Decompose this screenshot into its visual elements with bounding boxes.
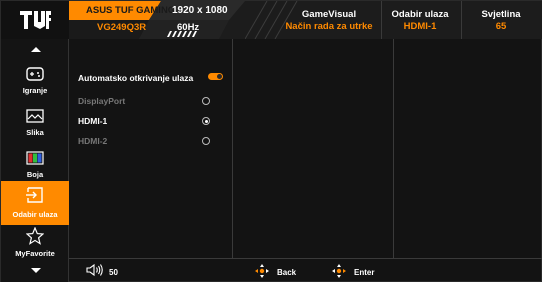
brightness-status: Svjetlina 65 (471, 9, 531, 33)
column-divider (393, 39, 394, 258)
gamepad-icon (26, 67, 44, 81)
input-select-status: Odabir ulaza HDMI-1 (385, 9, 455, 33)
sidebar-item-label: Odabir ulaza (12, 210, 58, 219)
tuf-logo (1, 1, 69, 39)
model-info: ASUS TUF GAMING VG249Q3R 1920 x 1080 60H… (69, 1, 245, 39)
footer-divider (69, 258, 542, 259)
osd-menu: ASUS TUF GAMING VG249Q3R 1920 x 1080 60H… (0, 0, 542, 282)
option-hdmi-2[interactable]: HDMI-2 (78, 136, 107, 146)
model-name: ASUS TUF GAMING (86, 5, 176, 16)
star-icon (26, 227, 44, 245)
sidebar-item-label: Igranje (22, 86, 48, 95)
color-bars-icon (26, 151, 44, 165)
radio-displayport[interactable] (202, 97, 210, 105)
scroll-up-arrow-icon[interactable] (31, 47, 41, 52)
sidebar-item-label: Slika (26, 128, 44, 137)
auto-detect-toggle[interactable] (208, 73, 223, 80)
stripe-decoration (167, 31, 197, 37)
sidebar-item-input-select[interactable]: Odabir ulaza (1, 181, 69, 225)
input-select-value: HDMI-1 (403, 21, 437, 32)
resolution-readout: 1920 x 1080 (172, 5, 228, 16)
sidebar-item-label: Boja (26, 170, 44, 179)
navigate-back-icon (255, 264, 269, 278)
sidebar-item-label: MyFavorite (15, 249, 55, 258)
brightness-title: Svjetlina (481, 9, 521, 20)
option-displayport[interactable]: DisplayPort (78, 96, 125, 106)
gamevisual-value: Način rada za utrke (285, 21, 373, 32)
navigate-enter-icon (332, 264, 346, 278)
scroll-down-arrow-icon[interactable] (31, 268, 41, 273)
osd-header: ASUS TUF GAMING VG249Q3R 1920 x 1080 60H… (1, 1, 542, 39)
sidebar-item-gaming[interactable]: Igranje (1, 63, 69, 107)
sidebar-item-image[interactable]: Slika (1, 105, 69, 149)
volume-value: 50 (109, 268, 118, 277)
option-hdmi-1[interactable]: HDMI-1 (78, 116, 107, 126)
radio-hdmi-2[interactable] (202, 137, 210, 145)
image-icon (26, 109, 44, 123)
sidebar-item-myfavorite[interactable]: MyFavorite (1, 225, 69, 269)
model-code: VG249Q3R (97, 22, 147, 33)
column-divider (232, 39, 233, 258)
volume-icon (86, 263, 103, 277)
radio-hdmi-1[interactable] (202, 117, 210, 125)
gamevisual-title: GameVisual (301, 9, 357, 20)
back-label: Back (277, 268, 297, 277)
brightness-value: 65 (495, 21, 507, 32)
input-select-title: Odabir ulaza (391, 9, 449, 20)
input-select-icon (26, 187, 43, 203)
auto-detect-input-label[interactable]: Automatsko otkrivanje ulaza (78, 73, 193, 83)
enter-label: Enter (354, 268, 375, 277)
gamevisual-status: GameVisual Način rada za utrke (279, 9, 379, 33)
